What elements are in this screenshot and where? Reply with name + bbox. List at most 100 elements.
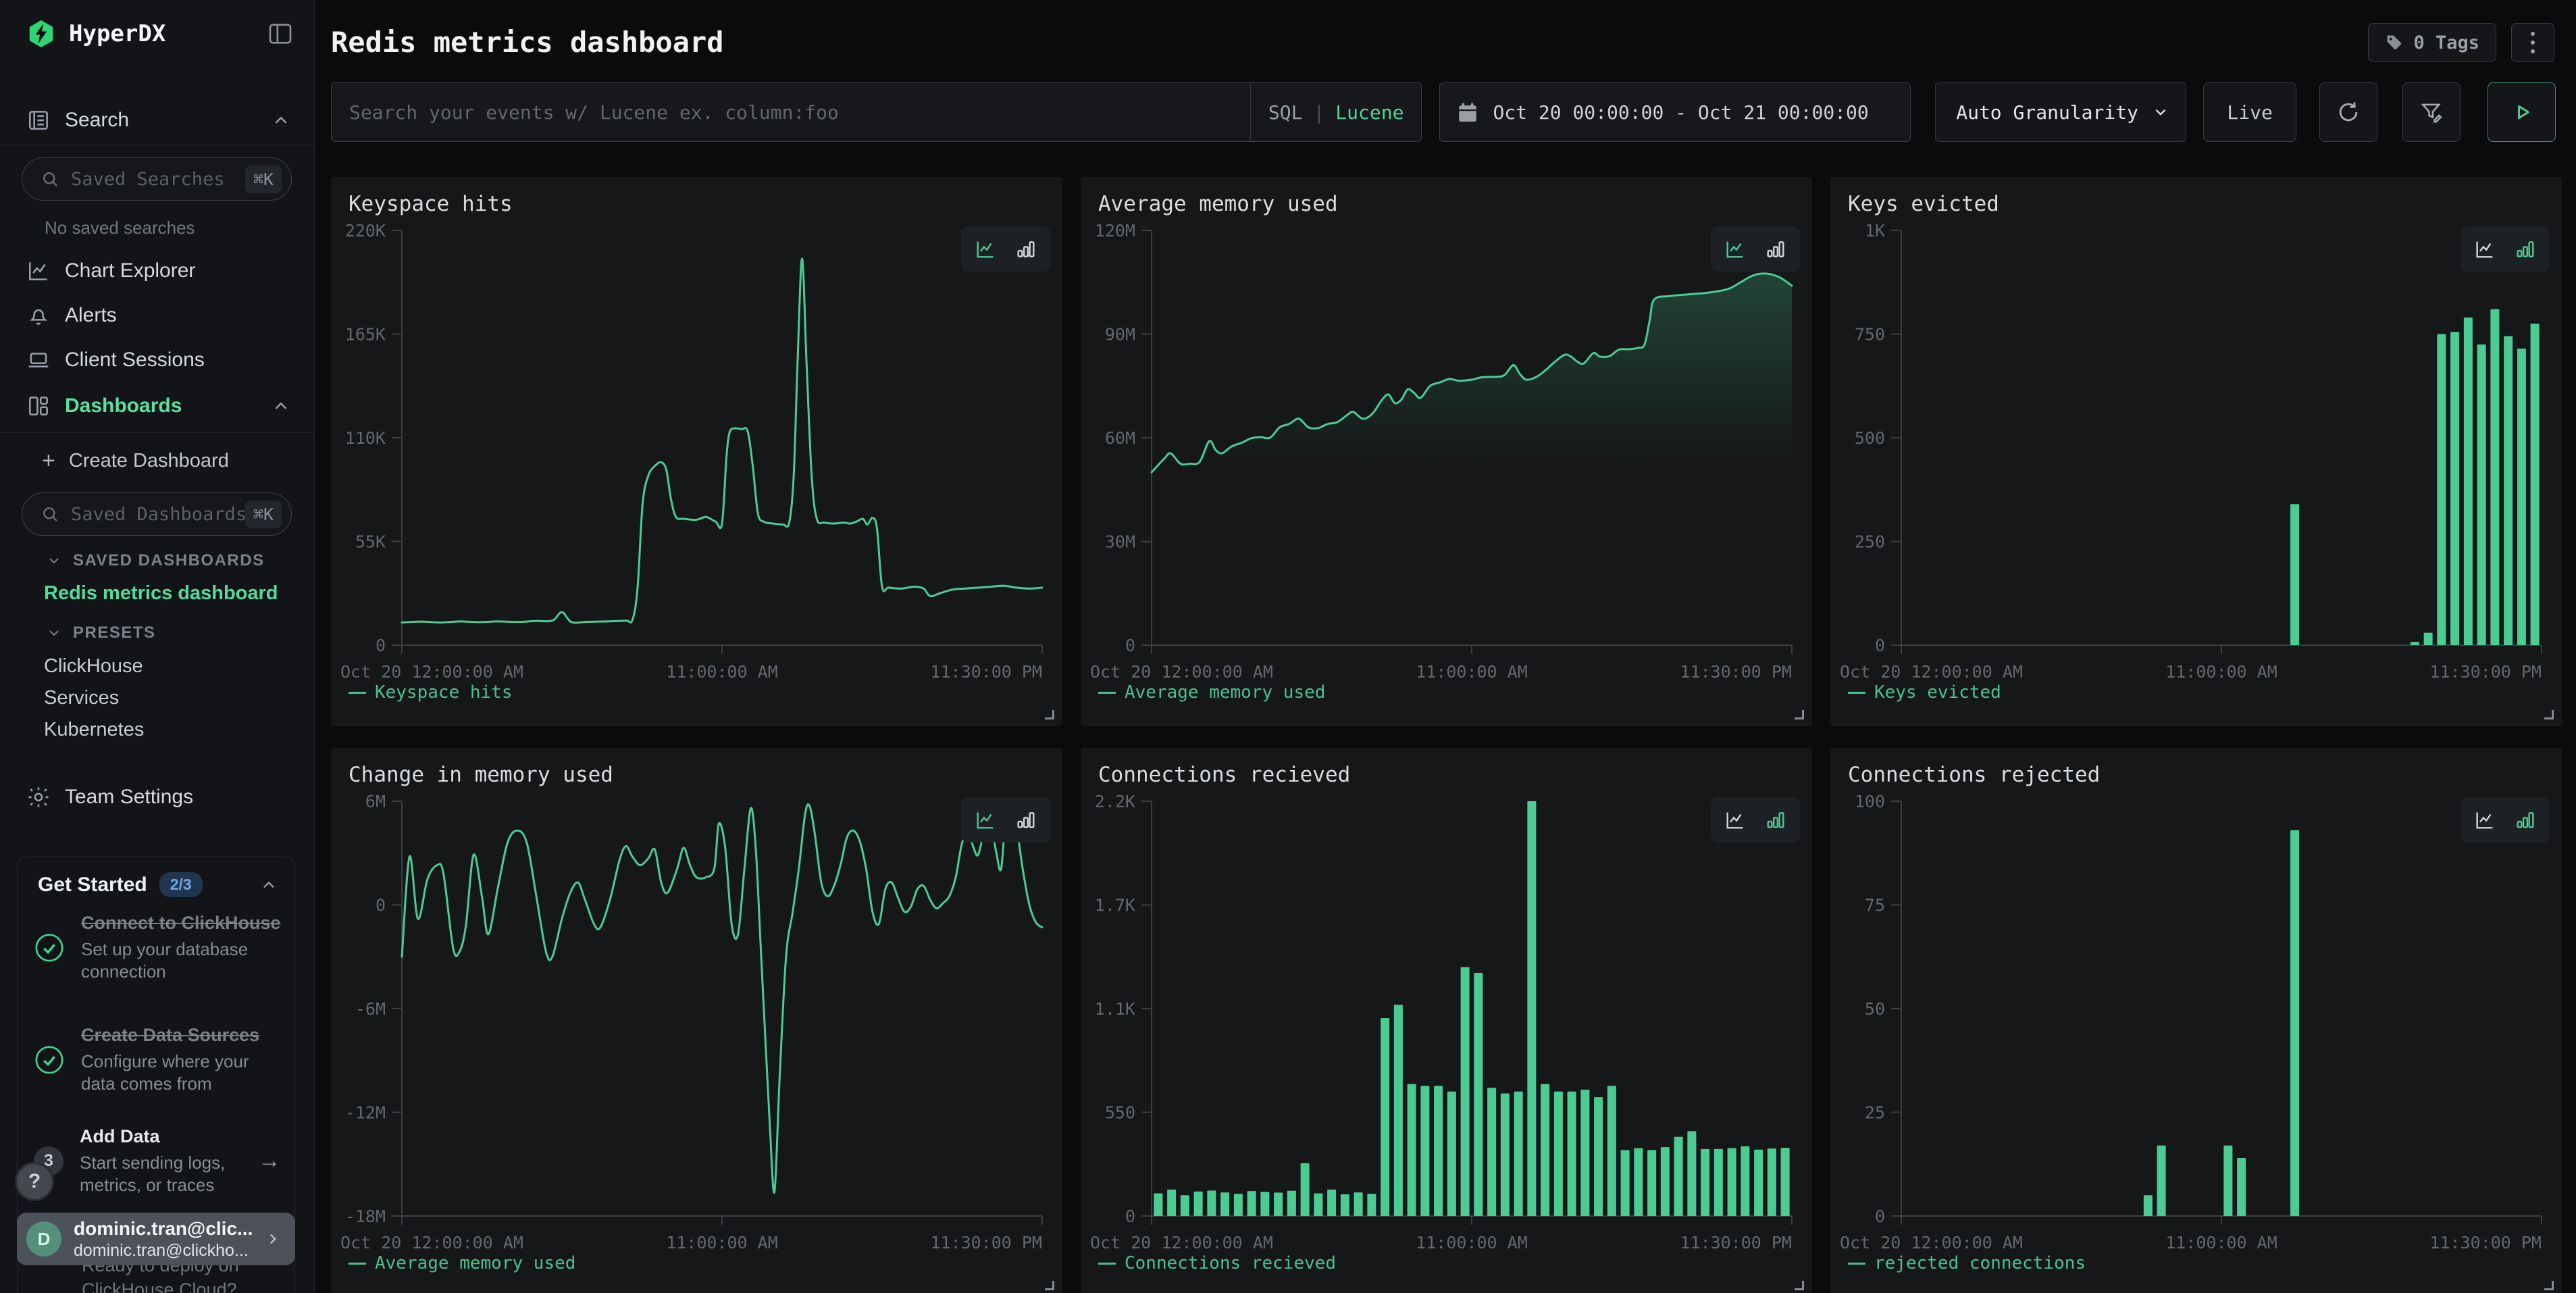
user-email: dominic.tran@clickho... — [74, 1240, 264, 1261]
create-dashboard-button[interactable]: + Create Dashboard — [42, 442, 301, 479]
sidebar-item-alerts[interactable]: Alerts — [0, 295, 314, 336]
line-chart-icon[interactable] — [2473, 238, 2496, 261]
x-tick-label: 11:00:00 AM — [2165, 1233, 2277, 1252]
chart-type-toggle[interactable] — [2461, 226, 2550, 272]
sidebar-item-search[interactable]: Search — [0, 100, 314, 141]
tags-button[interactable]: 0 Tags — [2368, 23, 2496, 62]
chart-type-toggle[interactable] — [1711, 797, 1800, 842]
line-chart-icon[interactable] — [1724, 238, 1747, 261]
bar-chart-icon[interactable] — [1764, 238, 1787, 261]
area-fill — [1152, 274, 1792, 645]
y-tick-label: 6M — [365, 792, 386, 811]
promo-line: ClickHouse Cloud? — [82, 1277, 271, 1293]
bar — [2517, 349, 2526, 645]
bar-chart-icon[interactable] — [2514, 238, 2537, 261]
sidebar-item-chart-explorer[interactable]: Chart Explorer — [0, 251, 314, 291]
resize-handle[interactable] — [1045, 710, 1054, 719]
refresh-button[interactable] — [2319, 82, 2377, 142]
line-chart-icon[interactable] — [2473, 809, 2496, 832]
bar — [1674, 1137, 1683, 1216]
sidebar: HyperDX Search ⌘K No saved searches Char… — [0, 0, 315, 1293]
chart-canvas: 120M90M60M30M0Oct 20 12:00:00 AM11:00:00… — [1081, 177, 1812, 726]
event-search-box: SQL | Lucene — [331, 82, 1422, 142]
granularity-select[interactable]: Auto Granularity — [1935, 82, 2186, 142]
live-button[interactable]: Live — [2203, 82, 2296, 142]
bar-chart-icon[interactable] — [1014, 238, 1037, 261]
bar-chart-icon[interactable] — [2514, 809, 2537, 832]
chart-type-toggle[interactable] — [961, 797, 1050, 842]
resize-handle[interactable] — [2544, 710, 2554, 719]
legend-swatch — [349, 1263, 366, 1265]
chart-type-toggle[interactable] — [961, 226, 1050, 272]
sidebar-item-label: Dashboards — [65, 395, 182, 417]
avatar: D — [26, 1221, 61, 1257]
y-tick-label: 60M — [1105, 428, 1135, 448]
header-actions: 0 Tags — [2368, 23, 2554, 62]
resize-handle[interactable] — [1045, 1281, 1054, 1290]
step-connect-clickhouse[interactable]: Connect to ClickHouse Set up your databa… — [34, 911, 281, 984]
y-tick-label: 75 — [1865, 896, 1885, 915]
x-tick-label: 11:00:00 AM — [666, 662, 778, 682]
chart-type-toggle[interactable] — [1711, 226, 1800, 272]
check-circle-icon — [34, 1044, 65, 1075]
bar — [1501, 1094, 1510, 1216]
filter-edit-icon — [2419, 99, 2444, 125]
sidebar-item-redis-dashboard[interactable]: Redis metrics dashboard — [44, 576, 301, 610]
more-menu-button[interactable] — [2511, 23, 2554, 62]
bar — [1607, 1086, 1616, 1216]
bar — [1381, 1018, 1389, 1216]
bar — [1341, 1194, 1349, 1216]
collapse-sidebar-icon[interactable] — [267, 20, 294, 47]
preset-label: Services — [44, 687, 119, 709]
sql-toggle[interactable]: SQL — [1268, 101, 1303, 124]
saved-dashboards-header[interactable]: SAVED DASHBOARDS — [46, 547, 301, 574]
bar-chart-icon[interactable] — [1764, 809, 1787, 832]
saved-dashboards-input[interactable] — [71, 504, 245, 525]
resize-handle[interactable] — [1795, 1281, 1804, 1290]
bar — [1474, 973, 1483, 1216]
y-tick-label: 55K — [355, 532, 386, 552]
line-chart-icon[interactable] — [974, 238, 997, 261]
legend-label: Keys evicted — [1874, 682, 2001, 703]
bar — [1714, 1149, 1723, 1216]
resize-handle[interactable] — [2544, 1281, 2554, 1290]
axes — [1891, 801, 2542, 1225]
get-started-header[interactable]: Get Started 2/3 — [38, 872, 278, 897]
query-language-toggle[interactable]: SQL | Lucene — [1250, 83, 1422, 141]
saved-searches-input[interactable] — [71, 169, 245, 190]
presets-header[interactable]: PRESETS — [46, 619, 301, 646]
progress-badge: 2/3 — [159, 872, 203, 897]
sidebar-item-clickhouse[interactable]: ClickHouse — [44, 649, 301, 683]
date-range-picker[interactable]: Oct 20 00:00:00 - Oct 21 00:00:00 — [1439, 82, 1911, 142]
run-query-button[interactable] — [2488, 82, 2556, 142]
legend-label: rejected connections — [1874, 1253, 2086, 1273]
resize-handle[interactable] — [1795, 710, 1804, 719]
user-menu[interactable]: D dominic.tran@clic... dominic.tran@clic… — [17, 1213, 295, 1265]
sidebar-item-label: Search — [65, 109, 129, 132]
bar — [1754, 1150, 1763, 1216]
chart-legend: Average memory used — [1098, 682, 1325, 703]
tags-label: 0 Tags — [2413, 32, 2479, 53]
event-search-input[interactable] — [332, 83, 1250, 141]
filter-button[interactable] — [2402, 82, 2461, 142]
lucene-toggle[interactable]: Lucene — [1335, 101, 1403, 124]
step-create-data-sources[interactable]: Create Data Sources Configure where your… — [34, 1023, 281, 1096]
help-button[interactable]: ? — [15, 1162, 54, 1201]
saved-dashboards-search[interactable]: ⌘K — [22, 492, 292, 536]
sidebar-item-dashboards[interactable]: Dashboards — [0, 386, 314, 426]
line-chart-icon[interactable] — [974, 809, 997, 832]
saved-searches-search[interactable]: ⌘K — [22, 157, 292, 201]
sidebar-item-client-sessions[interactable]: Client Sessions — [0, 340, 314, 380]
step-add-data[interactable]: 3 Add Data Start sending logs, metrics, … — [34, 1125, 281, 1197]
y-tick-label: 0 — [1125, 636, 1135, 655]
bar — [1661, 1147, 1670, 1216]
x-tick-label: 11:30:00 PM — [930, 662, 1042, 682]
legend-label: Average memory used — [1125, 682, 1325, 703]
chart-type-toggle[interactable] — [2461, 797, 2550, 842]
sidebar-item-team-settings[interactable]: Team Settings — [0, 777, 314, 817]
line-chart-icon[interactable] — [1724, 809, 1747, 832]
sidebar-item-services[interactable]: Services — [44, 681, 301, 715]
sidebar-item-kubernetes[interactable]: Kubernetes — [44, 713, 301, 746]
section-header-label: PRESETS — [73, 624, 156, 642]
bar-chart-icon[interactable] — [1014, 809, 1037, 832]
